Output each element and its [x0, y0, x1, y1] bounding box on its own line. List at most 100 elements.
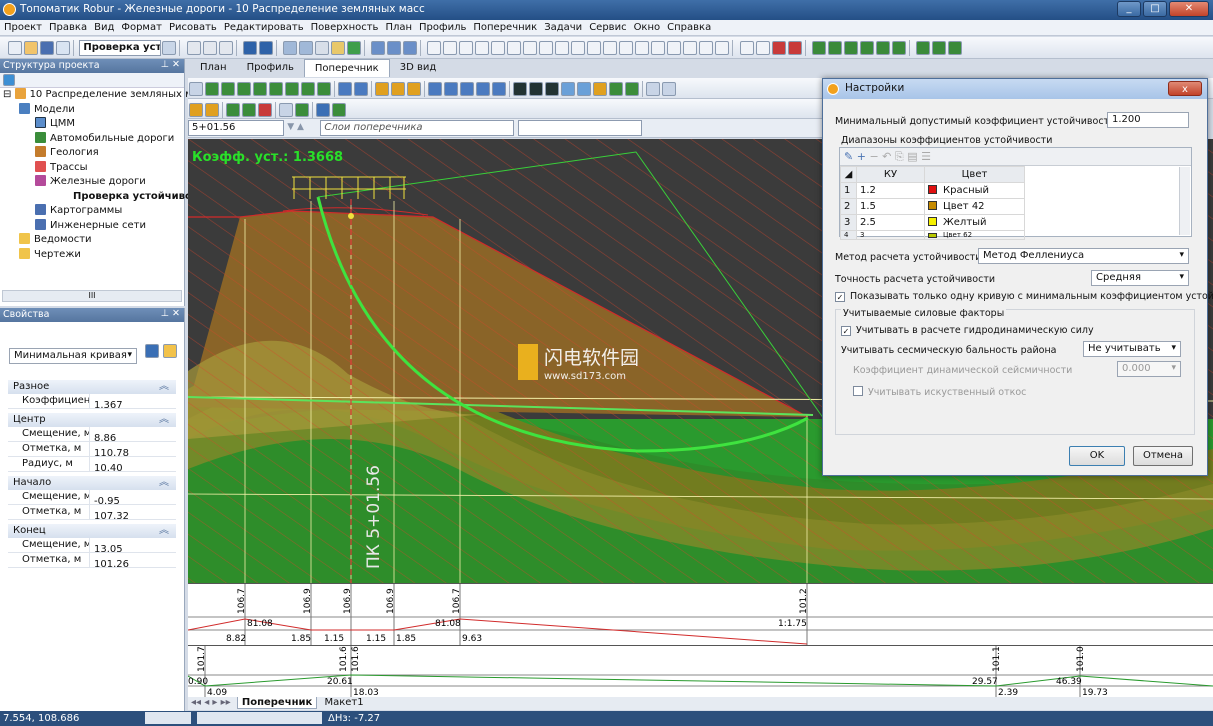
turnout-icon[interactable]: [827, 41, 842, 55]
tree-item-drawings[interactable]: Чертежи: [3, 247, 184, 263]
rail-icon[interactable]: [787, 41, 802, 55]
cs-extra1-icon[interactable]: [646, 82, 660, 96]
tab-plan[interactable]: План: [190, 59, 237, 77]
cs-mode2-icon[interactable]: [529, 82, 543, 96]
track-icon[interactable]: [771, 41, 786, 55]
dyn-coeff-input[interactable]: 0.000: [1117, 361, 1181, 377]
cs-table-icon[interactable]: [189, 82, 203, 96]
cs-check-icon[interactable]: [375, 82, 389, 96]
zoom-icon[interactable]: [282, 41, 297, 55]
arc-icon[interactable]: [475, 41, 490, 55]
range-row[interactable]: 4 3 Цвет 62: [840, 230, 1025, 240]
group-center[interactable]: Центр ︽: [8, 413, 176, 427]
grid-brush-icon[interactable]: ✎: [844, 150, 853, 163]
tab-cross-section[interactable]: Поперечник: [303, 59, 390, 77]
tree-item-roads[interactable]: Автомобильные дороги: [3, 131, 184, 147]
grid-undo-icon[interactable]: ↶: [882, 150, 891, 163]
cs-doc-icon[interactable]: [407, 82, 421, 96]
polyline-icon[interactable]: [443, 41, 458, 55]
cs-view1-icon[interactable]: [428, 82, 442, 96]
grid-list-icon[interactable]: ☰: [921, 150, 931, 163]
artificial-slope-checkbox[interactable]: Учитывать искуственный откос: [853, 386, 1026, 398]
cs-mode6-icon[interactable]: [593, 82, 607, 96]
cs-view4-icon[interactable]: [476, 82, 490, 96]
cs-view5-icon[interactable]: [492, 82, 506, 96]
grid-scrollbar[interactable]: [1179, 167, 1190, 235]
cs-settings-icon[interactable]: [332, 103, 346, 117]
tree-item-networks[interactable]: Инженерные сети: [3, 218, 184, 234]
min-coeff-input[interactable]: 1.200: [1107, 112, 1189, 128]
point-icon[interactable]: [651, 41, 666, 55]
cs-report-icon[interactable]: [391, 82, 405, 96]
tree-item-models[interactable]: Модели: [3, 102, 184, 118]
star-icon[interactable]: [491, 41, 506, 55]
cs-berm-icon[interactable]: [301, 82, 315, 96]
group-misc[interactable]: Разное ︽: [8, 380, 176, 394]
cs-ditch-icon[interactable]: [269, 82, 283, 96]
refresh-icon[interactable]: [3, 74, 15, 86]
cs-measure-icon[interactable]: [338, 82, 352, 96]
culvert-icon[interactable]: [931, 41, 946, 55]
paste-icon[interactable]: [218, 41, 233, 55]
bridge-icon[interactable]: [915, 41, 930, 55]
target-icon[interactable]: [555, 41, 570, 55]
cs-next-icon[interactable]: [205, 103, 219, 117]
eraser-icon[interactable]: [403, 41, 418, 55]
cs-earthwork-icon[interactable]: [205, 82, 219, 96]
seismic-select[interactable]: Не учитывать: [1083, 341, 1181, 357]
tree-item-stability-check[interactable]: Проверка устойчиво: [3, 190, 192, 205]
hydro-checkbox[interactable]: ✓ Учитывать в расчете гидродинамическую с…: [841, 325, 1094, 336]
menu-format[interactable]: Формат: [117, 20, 165, 33]
sheet-tab-layout[interactable]: Макет1: [320, 697, 367, 708]
grid-icon[interactable]: [314, 41, 329, 55]
sort-icon[interactable]: [145, 344, 159, 358]
menu-tasks[interactable]: Задачи: [540, 20, 585, 33]
cs-slope-icon[interactable]: [285, 82, 299, 96]
cs-draw-icon[interactable]: [258, 103, 272, 117]
pipette-icon[interactable]: [387, 41, 402, 55]
copy-icon[interactable]: [202, 41, 217, 55]
cs-edit-icon[interactable]: [226, 103, 240, 117]
region-icon[interactable]: [683, 41, 698, 55]
signal-icon[interactable]: [859, 41, 874, 55]
menu-modify[interactable]: Редактировать: [220, 20, 307, 33]
cancel-button[interactable]: Отмена: [1133, 446, 1193, 466]
dim-icon[interactable]: [755, 41, 770, 55]
menu-help[interactable]: Справка: [663, 20, 714, 33]
panel-icon[interactable]: [162, 41, 177, 55]
maximize-button[interactable]: □: [1143, 1, 1167, 17]
tree-item-statements[interactable]: Ведомости: [3, 233, 184, 248]
minimize-button[interactable]: _: [1117, 1, 1141, 17]
cs-mode5-icon[interactable]: [577, 82, 591, 96]
tab-profile[interactable]: Профиль: [237, 59, 304, 77]
save-icon[interactable]: [40, 41, 55, 55]
ellipse-icon[interactable]: [603, 41, 618, 55]
cs-export2-icon[interactable]: [316, 103, 330, 117]
station-input[interactable]: 5+01.56: [188, 120, 284, 136]
cs-extra2-icon[interactable]: [662, 82, 676, 96]
range-row[interactable]: 2 1.5 Цвет 42: [840, 198, 1025, 215]
dialog-close-button[interactable]: x: [1168, 81, 1202, 96]
cs-mode8-icon[interactable]: [625, 82, 639, 96]
block-icon[interactable]: [667, 41, 682, 55]
ok-button[interactable]: OK: [1069, 446, 1125, 466]
cs-view2-icon[interactable]: [444, 82, 458, 96]
print-icon[interactable]: [56, 41, 71, 55]
tree-item-dtm[interactable]: ЦММ: [3, 117, 184, 132]
menu-draw[interactable]: Рисовать: [165, 20, 220, 33]
station-nav-arrows[interactable]: ▼ ▲: [287, 122, 317, 132]
tree-scrollbar[interactable]: III: [2, 290, 182, 302]
menu-service[interactable]: Сервис: [585, 20, 629, 33]
menu-plan[interactable]: План: [381, 20, 415, 33]
cs-mode3-icon[interactable]: [545, 82, 559, 96]
tree-item-cartograms[interactable]: Картограммы: [3, 204, 184, 219]
crossing-icon[interactable]: [843, 41, 858, 55]
zoom-window-icon[interactable]: [298, 41, 313, 55]
cloud-icon[interactable]: [587, 41, 602, 55]
sheet-nav-arrows[interactable]: ◂◂ ◂ ▸ ▸▸: [188, 697, 234, 708]
image-icon[interactable]: [635, 41, 650, 55]
range-row[interactable]: 3 2.5 Желтый: [840, 214, 1025, 231]
show-min-checkbox[interactable]: ✓ Показывать только одну кривую с минимал…: [835, 291, 1213, 302]
grid-remove-icon[interactable]: −: [869, 150, 878, 163]
curve-icon[interactable]: [523, 41, 538, 55]
